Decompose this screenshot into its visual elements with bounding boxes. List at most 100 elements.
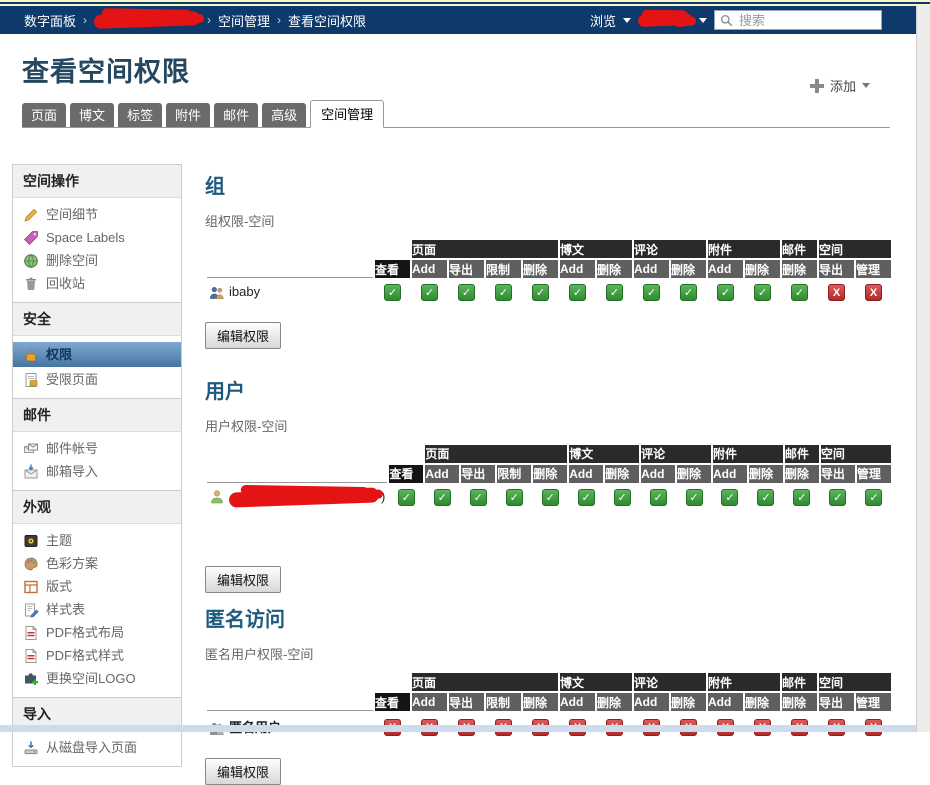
sidebar-item-权限[interactable]: 权限 (13, 342, 181, 367)
sidebar-item-回收站[interactable]: 回收站 (13, 272, 181, 295)
redacted-space-name-scribble (94, 11, 200, 29)
sidebar-item-PDF格式样式[interactable]: PDF格式样式 (13, 644, 181, 667)
sidebar-item-邮件帐号[interactable]: 邮件帐号 (13, 437, 181, 460)
sidebar-item-label: 版式 (46, 578, 72, 595)
tab-attachments[interactable]: 附件 (166, 103, 210, 127)
permission-granted-icon: ✓ (542, 489, 559, 506)
browse-menu[interactable]: 浏览 (590, 11, 616, 30)
sidebar-section: 安全权限受限页面 (13, 302, 181, 398)
plus-icon (810, 79, 824, 93)
column-group-header: 页面 (412, 240, 558, 258)
permission-granted-icon: ✓ (434, 489, 451, 506)
permission-granted-icon: ✓ (532, 284, 549, 301)
permission-granted-icon: ✓ (606, 284, 623, 301)
column-header: Add (560, 693, 595, 711)
sidebar-item-Space Labels[interactable]: Space Labels (13, 226, 181, 249)
tab-mail[interactable]: 邮件 (214, 103, 258, 127)
user-icon (209, 489, 229, 504)
sidebar-item-主题[interactable]: 主题 (13, 529, 181, 552)
breadcrumb-dashboard[interactable]: 数字面板 (24, 11, 76, 30)
column-header: 导出 (461, 465, 495, 483)
sidebar-item-样式表[interactable]: 样式表 (13, 598, 181, 621)
page-title: 查看空间权限 (22, 50, 190, 89)
sidebar-item-label: 删除空间 (46, 252, 98, 269)
sidebar-item-更换空间LOGO[interactable]: 更换空间LOGO (13, 667, 181, 690)
pencil-icon (23, 207, 39, 223)
permission-granted-icon: ✓ (865, 489, 882, 506)
edit-permissions-button[interactable]: 编辑权限 (205, 322, 281, 349)
permission-granted-icon: ✓ (495, 284, 512, 301)
column-header: 管理 (856, 693, 891, 711)
column-header: 导出 (449, 260, 484, 278)
column-group-header: 页面 (412, 673, 558, 691)
sidebar-section: 外观主题色彩方案版式样式表PDF格式布局PDF格式样式更换空间LOGO (13, 490, 181, 697)
column-header: 删除 (523, 693, 558, 711)
column-header: Add (634, 260, 669, 278)
tab-space-admin[interactable]: 空间管理 (310, 100, 384, 128)
sidebar-item-label: 受限页面 (46, 371, 98, 388)
permission-granted-icon: ✓ (506, 489, 523, 506)
column-header: 删除 (597, 260, 632, 278)
column-header: 导出 (819, 260, 854, 278)
tab-labels[interactable]: 标签 (118, 103, 162, 127)
sidebar-item-空间细节[interactable]: 空间细节 (13, 203, 181, 226)
column-header: 删除 (597, 693, 632, 711)
breadcrumb-separator: › (207, 13, 211, 27)
redacted-name-scribble (229, 487, 379, 507)
permission-granted-icon: ✓ (578, 489, 595, 506)
chevron-down-icon (699, 18, 707, 23)
permission-granted-icon: ✓ (614, 489, 631, 506)
column-header: Add (708, 693, 743, 711)
edit-permissions-button[interactable]: 编辑权限 (205, 566, 281, 593)
column-header: Add (412, 693, 447, 711)
sidebar-item-从磁盘导入页面[interactable]: 从磁盘导入页面 (13, 736, 181, 759)
breadcrumb-current-page: 查看空间权限 (288, 11, 366, 30)
permission-granted-icon: ✓ (398, 489, 415, 506)
column-group-header: 页面 (425, 445, 567, 463)
column-header: 删除 (533, 465, 567, 483)
column-header: Add (708, 260, 743, 278)
lock-icon (23, 347, 39, 363)
column-header: 删除 (745, 260, 780, 278)
sidebar-item-受限页面[interactable]: 受限页面 (13, 368, 181, 391)
permission-granted-icon: ✓ (791, 284, 808, 301)
pdf-icon (23, 648, 39, 664)
chevron-down-icon (862, 83, 870, 88)
tab-pages[interactable]: 页面 (22, 103, 66, 127)
sidebar-item-版式[interactable]: 版式 (13, 575, 181, 598)
permission-granted-icon: ✓ (717, 284, 734, 301)
permission-sections: 组组权限-空间页面博文评论附件邮件空间查看Add导出限制删除Add删除Add删除… (205, 164, 893, 785)
sidebar-item-色彩方案[interactable]: 色彩方案 (13, 552, 181, 575)
tab-blog[interactable]: 博文 (70, 103, 114, 127)
edit-permissions-button[interactable]: 编辑权限 (205, 758, 281, 785)
permission-granted-icon: ✓ (650, 489, 667, 506)
breadcrumb-space-admin[interactable]: 空间管理 (218, 11, 270, 30)
tab-advanced[interactable]: 高级 (262, 103, 306, 127)
sidebar-item-label: 邮件帐号 (46, 440, 98, 457)
permission-granted-icon: ✓ (569, 284, 586, 301)
chevron-down-icon (623, 18, 631, 23)
add-menu-button[interactable]: 添加 (810, 76, 870, 95)
column-header: 查看 (375, 693, 410, 711)
search-box[interactable] (714, 10, 882, 30)
column-header: Add (634, 693, 669, 711)
permission-granted-icon: ✓ (384, 284, 401, 301)
permission-granted-icon: ✓ (793, 489, 810, 506)
column-group-header: 邮件 (785, 445, 819, 463)
sidebar-item-删除空间[interactable]: 删除空间 (13, 249, 181, 272)
column-header: Add (425, 465, 459, 483)
sidebar-item-邮箱导入[interactable]: 邮箱导入 (13, 460, 181, 483)
tab-bar: 页面 博文 标签 附件 邮件 高级 空间管理 (22, 100, 890, 128)
column-header: 删除 (745, 693, 780, 711)
scrollbar-track[interactable] (916, 6, 930, 732)
permission-row: )✓✓✓✓✓✓✓✓✓✓✓✓✓✓ (207, 485, 891, 509)
column-group-header: 评论 (634, 240, 706, 258)
column-header: 导出 (821, 465, 855, 483)
sidebar-item-PDF格式布局[interactable]: PDF格式布局 (13, 621, 181, 644)
sidebar-item-label: 空间细节 (46, 206, 98, 223)
permission-granted-icon: ✓ (421, 284, 438, 301)
sidebar-item-label: 样式表 (46, 601, 85, 618)
section-subtitle: 用户权限-空间 (205, 416, 893, 435)
search-input[interactable] (737, 12, 872, 29)
column-header: 删除 (785, 465, 819, 483)
